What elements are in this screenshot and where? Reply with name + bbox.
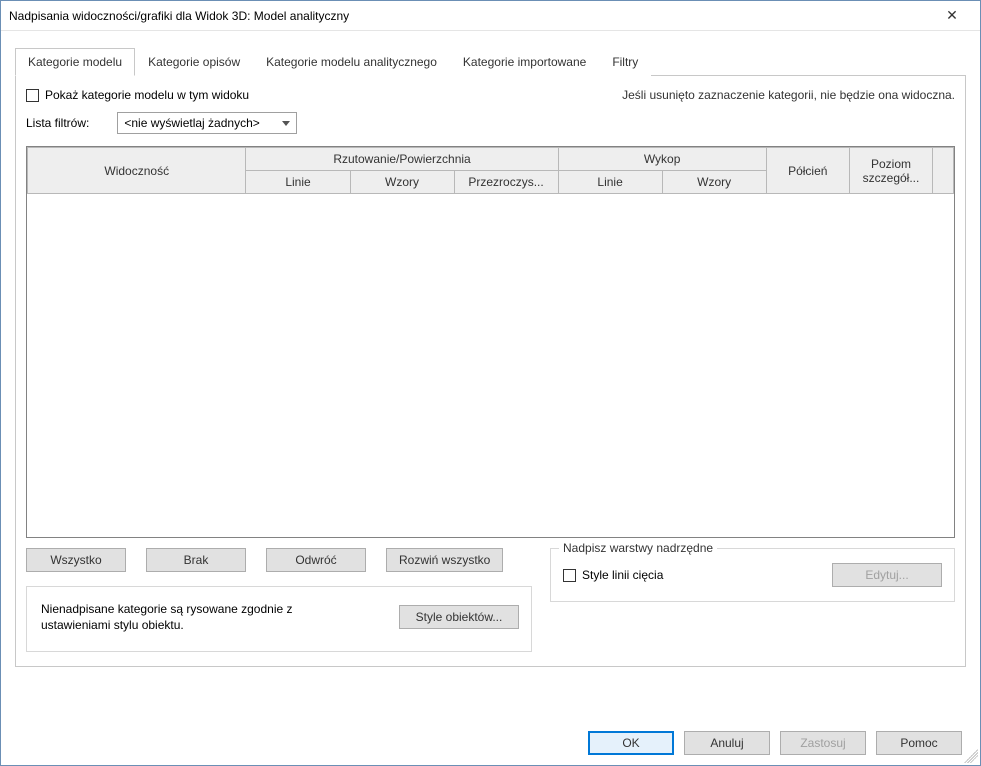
override-host-layers-group: Nadpisz warstwy nadrzędne Style linii ci… [550,548,955,602]
ok-button[interactable]: OK [588,731,674,755]
edit-button: Edytuj... [832,563,942,587]
content-area: Kategorie modelu Kategorie opisów Katego… [1,31,980,677]
col-proj-lines[interactable]: Linie [246,171,350,194]
tab-annotation-categories[interactable]: Kategorie opisów [135,48,253,76]
col-proj-patterns[interactable]: Wzory [350,171,454,194]
tab-model-categories[interactable]: Kategorie modelu [15,48,135,76]
col-cut-lines[interactable]: Linie [558,171,662,194]
help-button[interactable]: Pomoc [876,731,962,755]
dialog-window: Nadpisania widoczności/grafiki dla Widok… [0,0,981,766]
col-cut-patterns[interactable]: Wzory [662,171,766,194]
expand-all-button[interactable]: Rozwiń wszystko [386,548,503,572]
filter-list-label: Lista filtrów: [26,116,89,130]
titlebar: Nadpisania widoczności/grafiki dla Widok… [1,1,980,31]
row-show-hint: Pokaż kategorie modelu w tym widoku Jeśl… [26,88,955,102]
checkbox-icon [26,89,39,102]
tab-imported-categories[interactable]: Kategorie importowane [450,48,599,76]
checkbox-icon [563,569,576,582]
close-icon[interactable]: ✕ [932,2,972,30]
cut-line-styles-checkbox[interactable]: Style linii cięcia [563,568,663,582]
resize-grip-icon[interactable] [964,749,978,763]
lower-left: Wszystko Brak Odwróć Rozwiń wszystko Nie… [26,548,532,652]
filter-list-select[interactable]: <nie wyświetlaj żadnych> [117,112,297,134]
row-filter-list: Lista filtrów: <nie wyświetlaj żadnych> [26,112,955,134]
all-button[interactable]: Wszystko [26,548,126,572]
tab-filters[interactable]: Filtry [599,48,651,76]
info-box: Nienadpisane kategorie są rysowane zgodn… [26,586,532,652]
col-cut[interactable]: Wykop [558,148,766,171]
chevron-down-icon [282,121,290,126]
col-proj-transparency[interactable]: Przezroczys... [454,171,558,194]
hint-text: Jeśli usunięto zaznaczenie kategorii, ni… [622,88,955,102]
selection-buttons: Wszystko Brak Odwróć Rozwiń wszystko [26,548,532,572]
show-categories-checkbox[interactable]: Pokaż kategorie modelu w tym widoku [26,88,249,102]
col-visibility[interactable]: Widoczność [28,148,246,194]
object-styles-button[interactable]: Style obiektów... [399,605,519,629]
lower-area: Wszystko Brak Odwróć Rozwiń wszystko Nie… [26,548,955,652]
cancel-button[interactable]: Anuluj [684,731,770,755]
tabstrip: Kategorie modelu Kategorie opisów Katego… [15,47,966,76]
invert-button[interactable]: Odwróć [266,548,366,572]
col-spacer [933,148,954,194]
filter-list-value: <nie wyświetlaj żadnych> [124,116,259,130]
info-text: Nienadpisane kategorie są rysowane zgodn… [41,601,321,633]
grid-header-table: Widoczność Rzutowanie/Powierzchnia Wykop… [27,147,954,194]
categories-grid[interactable]: Widoczność Rzutowanie/Powierzchnia Wykop… [26,146,955,538]
none-button[interactable]: Brak [146,548,246,572]
show-categories-label: Pokaż kategorie modelu w tym widoku [45,88,249,102]
dialog-footer: OK Anuluj Zastosuj Pomoc [588,731,962,755]
grid-body-empty [27,194,954,538]
col-halftone[interactable]: Półcień [766,148,849,194]
col-projection-surface[interactable]: Rzutowanie/Powierzchnia [246,148,558,171]
col-detail[interactable]: Poziom szczegół... [849,148,932,194]
apply-button: Zastosuj [780,731,866,755]
group-legend: Nadpisz warstwy nadrzędne [559,541,717,555]
tab-panel: Pokaż kategorie modelu w tym widoku Jeśl… [15,76,966,667]
cut-line-styles-label: Style linii cięcia [582,568,663,582]
window-title: Nadpisania widoczności/grafiki dla Widok… [9,9,349,23]
tab-analytical-model-categories[interactable]: Kategorie modelu analitycznego [253,48,450,76]
